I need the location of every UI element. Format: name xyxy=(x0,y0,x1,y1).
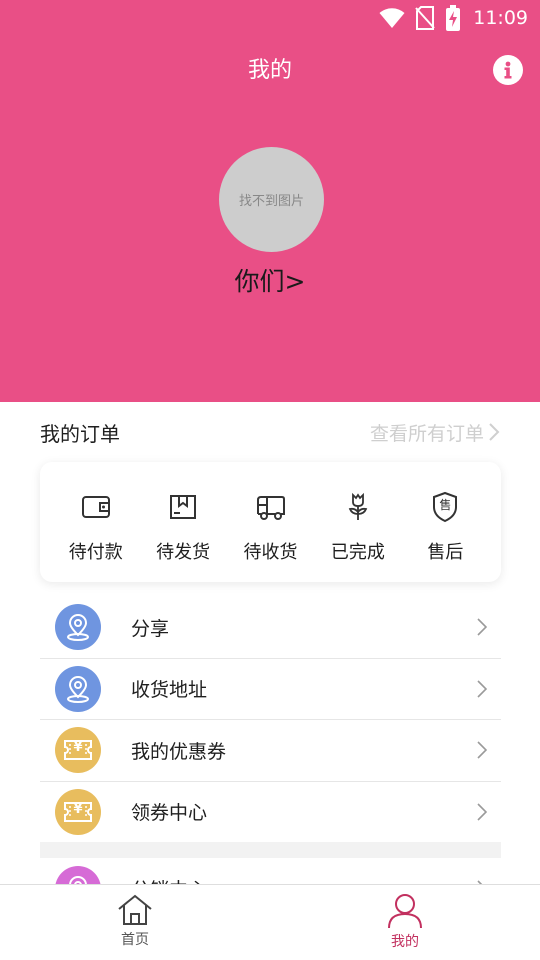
row-icon-bg xyxy=(55,604,101,651)
order-label: 售后 xyxy=(427,542,464,563)
menu-item-label: 收货地址 xyxy=(131,679,208,702)
orders-header: 我的订单 查看所有订单 xyxy=(40,412,500,452)
tab-label: 首页 xyxy=(121,932,149,948)
menu-item-label: 领券中心 xyxy=(131,802,208,825)
profile-header: 11:09 我的 找不到图片 你们> xyxy=(0,0,540,402)
section-divider xyxy=(40,842,501,858)
tab-label: 我的 xyxy=(391,934,419,950)
row-icon-bg: ¥ xyxy=(55,788,101,835)
info-icon xyxy=(504,61,512,79)
menu-item-share[interactable]: 分享 xyxy=(40,597,501,659)
info-button[interactable] xyxy=(493,55,523,85)
home-icon xyxy=(118,894,152,925)
order-pending-receipt[interactable]: 待收货 xyxy=(227,462,314,582)
order-pending-shipment[interactable]: 待发货 xyxy=(139,462,226,582)
menu-item-my-coupons[interactable]: ¥ 我的优惠券 xyxy=(40,720,501,782)
flower-icon xyxy=(348,492,368,520)
row-icon-bg: ¥ xyxy=(55,727,101,774)
menu-item-shipping-address[interactable]: 收货地址 xyxy=(40,659,501,720)
after-sales-glyph: 售 xyxy=(439,498,452,512)
status-bar: 11:09 xyxy=(0,0,540,36)
row-icon-bg xyxy=(55,665,101,712)
profile-icon xyxy=(388,894,422,929)
order-label: 待付款 xyxy=(68,542,123,563)
location-pin-icon xyxy=(67,675,89,703)
orders-card: 待付款 待发货 待收货 已完成 售 售后 xyxy=(40,462,501,582)
avatar-placeholder-text: 找不到图片 xyxy=(238,194,304,209)
chevron-right-icon xyxy=(489,423,500,441)
view-all-orders-label: 查看所有订单 xyxy=(369,422,484,445)
coupon-glyph: ¥ xyxy=(73,740,83,756)
tab-home[interactable]: 首页 xyxy=(0,885,270,960)
no-sim-icon xyxy=(415,6,435,30)
package-icon xyxy=(170,495,197,519)
chevron-right-icon xyxy=(477,680,487,698)
order-label: 待发货 xyxy=(156,542,211,563)
menu-item-coupon-center[interactable]: ¥ 领券中心 xyxy=(40,782,501,843)
order-pending-payment[interactable]: 待付款 xyxy=(52,462,139,582)
chevron-right-icon xyxy=(477,803,487,821)
order-label: 待收货 xyxy=(243,542,298,563)
menu-list: 分享 收货地址 ¥ 我的优惠券 ¥ 领券中心 xyxy=(40,597,501,843)
coupon-glyph: ¥ xyxy=(73,801,83,817)
orders-title: 我的订单 xyxy=(40,421,120,446)
location-pin-icon xyxy=(67,614,89,642)
chevron-right-icon xyxy=(477,618,487,636)
order-completed[interactable]: 已完成 xyxy=(314,462,401,582)
chevron-right-icon xyxy=(477,741,487,759)
menu-item-label: 我的优惠券 xyxy=(131,740,227,763)
menu-item-label: 分享 xyxy=(131,617,170,640)
order-after-sales[interactable]: 售 售后 xyxy=(402,462,489,582)
status-time: 11:09 xyxy=(473,7,528,29)
truck-icon xyxy=(256,496,285,520)
page-title: 我的 xyxy=(247,58,292,83)
battery-charging-icon xyxy=(446,5,461,31)
bottom-tab-bar: 首页 我的 xyxy=(0,884,540,960)
wallet-icon xyxy=(81,496,110,518)
username-link[interactable]: 你们> xyxy=(0,262,540,298)
order-label: 已完成 xyxy=(330,542,385,563)
avatar[interactable]: 找不到图片 xyxy=(219,147,324,252)
wifi-icon xyxy=(379,8,405,28)
view-all-orders-link[interactable]: 查看所有订单 xyxy=(370,419,500,446)
tab-mine[interactable]: 我的 xyxy=(270,885,540,960)
